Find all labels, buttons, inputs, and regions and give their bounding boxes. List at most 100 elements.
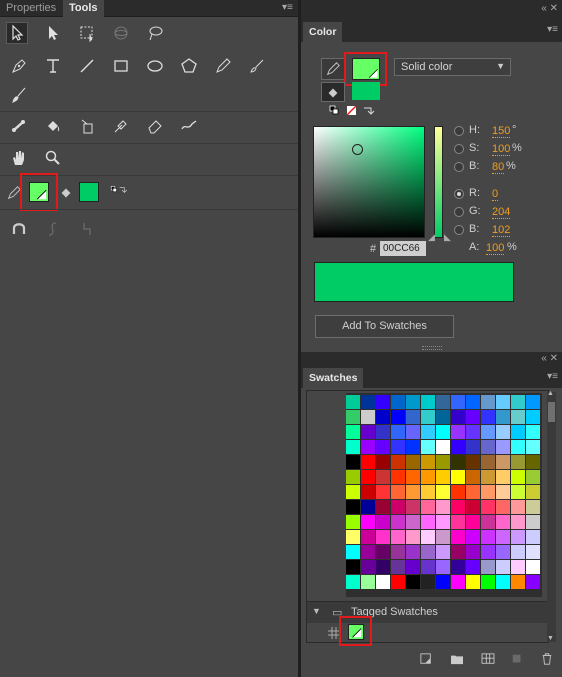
zoom-tool-icon[interactable] [42, 147, 64, 169]
swatch-cell[interactable] [361, 500, 375, 514]
swatch-cell[interactable] [391, 440, 405, 454]
stroke-color-swatch[interactable] [79, 182, 99, 202]
fill-selector[interactable] [321, 82, 345, 102]
straighten-icon[interactable] [76, 218, 98, 240]
eyedropper-tool-icon[interactable] [110, 115, 132, 137]
swatch-cell[interactable] [526, 485, 540, 499]
swatch-cell[interactable] [376, 560, 390, 574]
swatch-cell[interactable] [481, 470, 495, 484]
swatch-cell[interactable] [361, 575, 375, 589]
swatch-cell[interactable] [361, 530, 375, 544]
oval-tool-icon[interactable] [144, 55, 166, 77]
swatch-cell[interactable] [436, 410, 450, 424]
swatch-cell[interactable] [391, 500, 405, 514]
swatch-cell[interactable] [511, 455, 525, 469]
scrollbar-thumb[interactable] [548, 402, 555, 422]
swatch-cell[interactable] [526, 500, 540, 514]
swatch-cell[interactable] [496, 425, 510, 439]
swatch-cell[interactable] [361, 485, 375, 499]
tab-tools[interactable]: Tools [63, 0, 104, 17]
swatch-cell[interactable] [451, 575, 465, 589]
swatch-cell[interactable] [511, 545, 525, 559]
value-b-hsb[interactable]: 80 [492, 161, 505, 174]
swatch-cell[interactable] [421, 455, 435, 469]
swatch-cell[interactable] [346, 530, 360, 544]
swatch-cell[interactable] [511, 485, 525, 499]
subselection-tool-icon[interactable] [42, 22, 64, 44]
swatch-cell[interactable] [376, 470, 390, 484]
swatch-cell[interactable] [376, 530, 390, 544]
swatch-cell[interactable] [391, 485, 405, 499]
panel-menu-icon[interactable]: ▾≡ [282, 2, 293, 13]
swatch-cell[interactable] [391, 410, 405, 424]
swatch-cell[interactable] [496, 470, 510, 484]
swatch-cell[interactable] [391, 530, 405, 544]
swatch-cell[interactable] [496, 455, 510, 469]
swatch-cell[interactable] [406, 560, 420, 574]
swatch-cell[interactable] [421, 470, 435, 484]
lasso-tool-icon[interactable] [144, 22, 166, 44]
stroke-color-preview[interactable] [352, 82, 380, 100]
radio-g[interactable] [454, 207, 464, 217]
swatch-cell[interactable] [481, 515, 495, 529]
swatch-cell[interactable] [376, 440, 390, 454]
swatch-cell[interactable] [526, 545, 540, 559]
stroke-selector[interactable] [321, 58, 345, 80]
swatch-cell[interactable] [376, 425, 390, 439]
swatch-cell[interactable] [406, 410, 420, 424]
rectangle-tool-icon[interactable] [110, 55, 132, 77]
paint-bucket-tool-icon[interactable] [42, 115, 64, 137]
swatch-cell[interactable] [466, 545, 480, 559]
swatch-cell[interactable] [376, 515, 390, 529]
swatch-cell[interactable] [436, 575, 450, 589]
hand-tool-icon[interactable] [8, 147, 30, 169]
swatch-cell[interactable] [511, 395, 525, 409]
swatch-cell[interactable] [346, 470, 360, 484]
swatch-cell[interactable] [376, 500, 390, 514]
hex-input[interactable]: 00CC66 [380, 241, 426, 256]
swatch-cell[interactable] [361, 410, 375, 424]
swatch-cell[interactable] [436, 530, 450, 544]
swatch-cell[interactable] [511, 560, 525, 574]
swatch-cell[interactable] [511, 470, 525, 484]
swatch-cell[interactable] [346, 395, 360, 409]
swatch-cell[interactable] [361, 395, 375, 409]
swatch-cell[interactable] [406, 395, 420, 409]
fill-type-dropdown[interactable]: Solid color ▼ [394, 58, 511, 76]
radio-h[interactable] [454, 126, 464, 136]
swatch-cell[interactable] [406, 500, 420, 514]
swatch-cell[interactable] [496, 530, 510, 544]
swatch-cell[interactable] [361, 425, 375, 439]
swatch-cell[interactable] [496, 500, 510, 514]
swatch-cell[interactable] [496, 515, 510, 529]
swatch-cell[interactable] [421, 515, 435, 529]
eraser-tool-icon[interactable] [144, 115, 166, 137]
swatch-cell[interactable] [466, 575, 480, 589]
value-h[interactable]: 150 [492, 125, 511, 138]
ink-bottle-tool-icon[interactable] [76, 115, 98, 137]
swatch-cell[interactable] [451, 500, 465, 514]
collapse-icon[interactable]: « ✕ [541, 353, 558, 364]
trash-icon[interactable] [540, 652, 554, 666]
swatch-cell[interactable] [451, 530, 465, 544]
swatch-cell[interactable] [481, 500, 495, 514]
swatch-cell[interactable] [421, 485, 435, 499]
swatch-cell[interactable] [466, 395, 480, 409]
swatch-cell[interactable] [481, 410, 495, 424]
value-g[interactable]: 204 [492, 206, 511, 219]
swatch-cell[interactable] [436, 455, 450, 469]
swatch-cell[interactable] [406, 455, 420, 469]
swatch-cell[interactable] [421, 545, 435, 559]
swatch-cell[interactable] [406, 425, 420, 439]
radio-r[interactable] [454, 189, 464, 199]
width-tool-icon[interactable] [178, 115, 200, 137]
radio-b-hsb[interactable] [454, 162, 464, 172]
bone-tool-icon[interactable] [8, 115, 30, 137]
swatch-cell[interactable] [406, 545, 420, 559]
swatch-cell[interactable] [466, 440, 480, 454]
swatch-cell[interactable] [451, 410, 465, 424]
swatch-cell[interactable] [526, 530, 540, 544]
swatch-cell[interactable] [451, 485, 465, 499]
panel-menu-icon[interactable]: ▾≡ [547, 371, 558, 382]
swatch-grid-icon[interactable] [480, 652, 496, 666]
